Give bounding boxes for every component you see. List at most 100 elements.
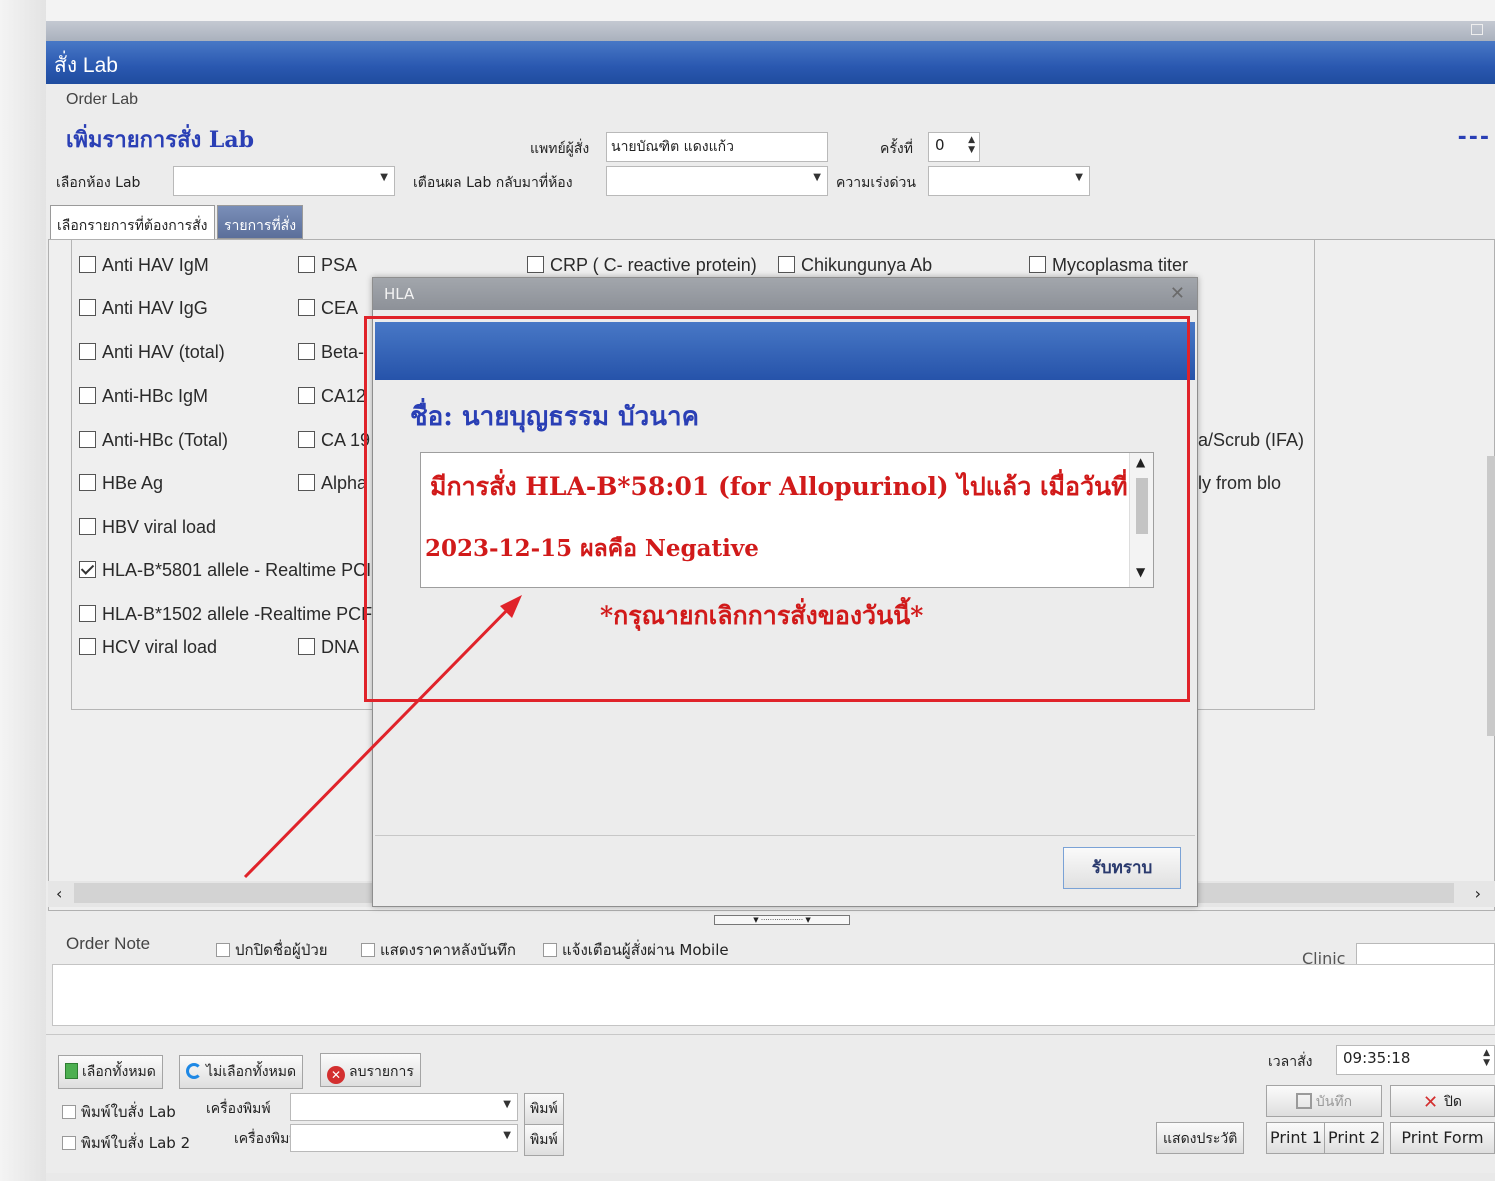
checkbox[interactable] — [298, 474, 315, 491]
checkbox-checked[interactable] — [79, 561, 96, 578]
lab-item[interactable]: CA 19 — [298, 430, 370, 451]
lab-item[interactable]: CEA — [298, 298, 358, 319]
title-bar: สั่ง Lab — [46, 41, 1495, 84]
lab-item[interactable]: DNA — [298, 637, 359, 658]
dialog-title-bar: HLA ✕ — [373, 278, 1197, 310]
checkbox[interactable] — [79, 518, 96, 535]
lab-item[interactable]: HBe Ag — [79, 473, 163, 494]
print-form-button[interactable]: Print Form — [1390, 1122, 1495, 1154]
lab-item-label: Anti HAV IgM — [102, 255, 209, 275]
notify-room-select[interactable]: ▼ — [606, 166, 828, 196]
checkbox[interactable] — [298, 387, 315, 404]
checkbox[interactable] — [62, 1136, 76, 1150]
checkbox[interactable] — [79, 256, 96, 273]
lab-item[interactable]: Chikungunya Ab — [778, 255, 932, 276]
lab-room-select[interactable]: ▼ — [173, 166, 395, 196]
urgency-select[interactable]: ▼ — [928, 166, 1090, 196]
printer-2-select[interactable]: ▼ — [290, 1124, 518, 1152]
order-time-field[interactable]: 09:35:18 ▲ ▼ — [1336, 1045, 1495, 1075]
acknowledge-button[interactable]: รับทราบ — [1063, 847, 1181, 889]
checkbox[interactable] — [298, 256, 315, 273]
checkbox[interactable] — [778, 256, 795, 273]
lab-item[interactable]: PSA — [298, 255, 357, 276]
restore-icon[interactable] — [1471, 24, 1483, 35]
history-button[interactable]: แสดงประวัติ — [1156, 1122, 1245, 1154]
checkbox[interactable] — [79, 474, 96, 491]
lab-item[interactable]: Anti HAV IgM — [79, 255, 209, 276]
print-lab-checkbox[interactable]: พิมพ์ใบสั่ง Lab — [62, 1100, 176, 1124]
checkbox[interactable] — [298, 638, 315, 655]
lab-item[interactable]: Anti-HBc (Total) — [79, 430, 228, 451]
close-label: ปิด — [1444, 1094, 1463, 1110]
deselect-all-button[interactable]: ไม่เลือกทั้งหมด — [179, 1055, 304, 1089]
visit-number-stepper[interactable]: 0 ▲ ▼ — [928, 132, 980, 162]
lab-room-label: เลือกห้อง Lab — [56, 175, 141, 191]
screen-left-edge — [0, 0, 46, 1181]
checkbox[interactable] — [79, 299, 96, 316]
doctor-field[interactable]: นายบัณฑิต แดงแก้ว — [606, 132, 828, 162]
checkbox[interactable] — [298, 343, 315, 360]
chevron-down-icon[interactable]: ▼ — [1075, 172, 1083, 183]
print-2-button-right[interactable]: Print 2 — [1324, 1122, 1385, 1154]
lab-item[interactable]: HLA-B*5801 allele - Realtime PCI — [79, 560, 371, 581]
scroll-right-icon[interactable]: › — [1475, 884, 1481, 903]
lab-item[interactable]: CRP ( C- reactive protein) — [527, 255, 757, 276]
lab-item[interactable]: HCV viral load — [79, 637, 217, 658]
delete-items-button[interactable]: ✕ ลบรายการ — [320, 1053, 421, 1087]
print-lab2-checkbox[interactable]: พิมพ์ใบสั่ง Lab 2 — [62, 1131, 190, 1155]
lab-item-label-fragment: a/Scrub (IFA) — [1198, 430, 1305, 450]
chevron-down-icon[interactable]: ▼ — [380, 172, 388, 183]
lab-item[interactable]: Beta- — [298, 342, 364, 363]
stepper-arrows-icon[interactable]: ▲ ▼ — [968, 135, 975, 155]
close-icon[interactable]: ✕ — [1170, 283, 1185, 304]
show-price-checkbox[interactable]: แสดงราคาหลังบันทึก — [361, 938, 516, 962]
printer-select[interactable]: ▼ — [290, 1093, 518, 1121]
order-note-textarea[interactable] — [52, 964, 1495, 1026]
deselect-all-label: ไม่เลือกทั้งหมด — [206, 1064, 297, 1080]
visit-number-value: 0 — [935, 136, 945, 154]
stepper-arrows-icon[interactable]: ▲ ▼ — [1483, 1048, 1490, 1068]
save-button[interactable]: บันทึก — [1266, 1085, 1382, 1117]
chevron-down-icon[interactable]: ▼ — [813, 172, 821, 183]
checkbox[interactable] — [298, 431, 315, 448]
hide-name-checkbox[interactable]: ปกปิดชื่อผู้ป่วย — [216, 938, 328, 962]
checkbox[interactable] — [79, 431, 96, 448]
lab-item[interactable]: Mycoplasma titer — [1029, 255, 1188, 276]
checkbox[interactable] — [543, 943, 557, 957]
section-label: Order Lab — [66, 91, 139, 108]
select-all-button[interactable]: เลือกทั้งหมด — [58, 1055, 163, 1089]
mobile-notify-checkbox[interactable]: แจ้งเตือนผู้สั่งผ่าน Mobile — [543, 938, 729, 962]
checkbox[interactable] — [1029, 256, 1046, 273]
chevron-down-icon[interactable]: ▼ — [503, 1130, 511, 1141]
print-2-button[interactable]: พิมพ์ — [524, 1124, 564, 1156]
lab-item-label: Anti-HBc IgM — [102, 386, 209, 406]
lab-item[interactable]: Anti HAV IgG — [79, 298, 208, 319]
chevron-down-icon[interactable]: ▼ — [503, 1099, 511, 1110]
lab-item[interactable]: Anti HAV (total) — [79, 342, 225, 363]
tab-ordered-items[interactable]: รายการที่สั่ง — [217, 205, 304, 239]
checkbox[interactable] — [527, 256, 544, 273]
header-dashes: --- — [1457, 125, 1491, 150]
lab-item[interactable]: Alpha — [298, 473, 367, 494]
checkbox[interactable] — [79, 343, 96, 360]
lab-item-label: Mycoplasma titer — [1052, 255, 1189, 275]
checkbox[interactable] — [79, 387, 96, 404]
lab-item[interactable]: HLA-B*1502 allele -Realtime PCF — [79, 604, 372, 625]
checkbox[interactable] — [216, 943, 230, 957]
checkbox[interactable] — [79, 638, 96, 655]
tab-select-items[interactable]: เลือกรายการที่ต้องการสั่ง — [50, 205, 215, 239]
checkbox[interactable] — [62, 1105, 76, 1119]
print-button[interactable]: พิมพ์ — [524, 1093, 564, 1125]
checkbox[interactable] — [298, 299, 315, 316]
lab-item[interactable]: CA12 — [298, 386, 366, 407]
lab-item-label: HCV viral load — [102, 637, 218, 657]
lab-item[interactable]: Anti-HBc IgM — [79, 386, 208, 407]
scroll-left-icon[interactable]: ‹ — [56, 884, 62, 903]
checkbox[interactable] — [79, 605, 96, 622]
close-button[interactable]: ✕ ปิด — [1390, 1085, 1495, 1117]
checkbox[interactable] — [361, 943, 375, 957]
vertical-scrollbar-thumb[interactable] — [1487, 456, 1495, 736]
lab-item[interactable]: HBV viral load — [79, 517, 216, 538]
splitter-handle[interactable]: ▼ ··················· ▼ — [714, 915, 850, 925]
print-1-button[interactable]: Print 1 — [1266, 1122, 1327, 1154]
